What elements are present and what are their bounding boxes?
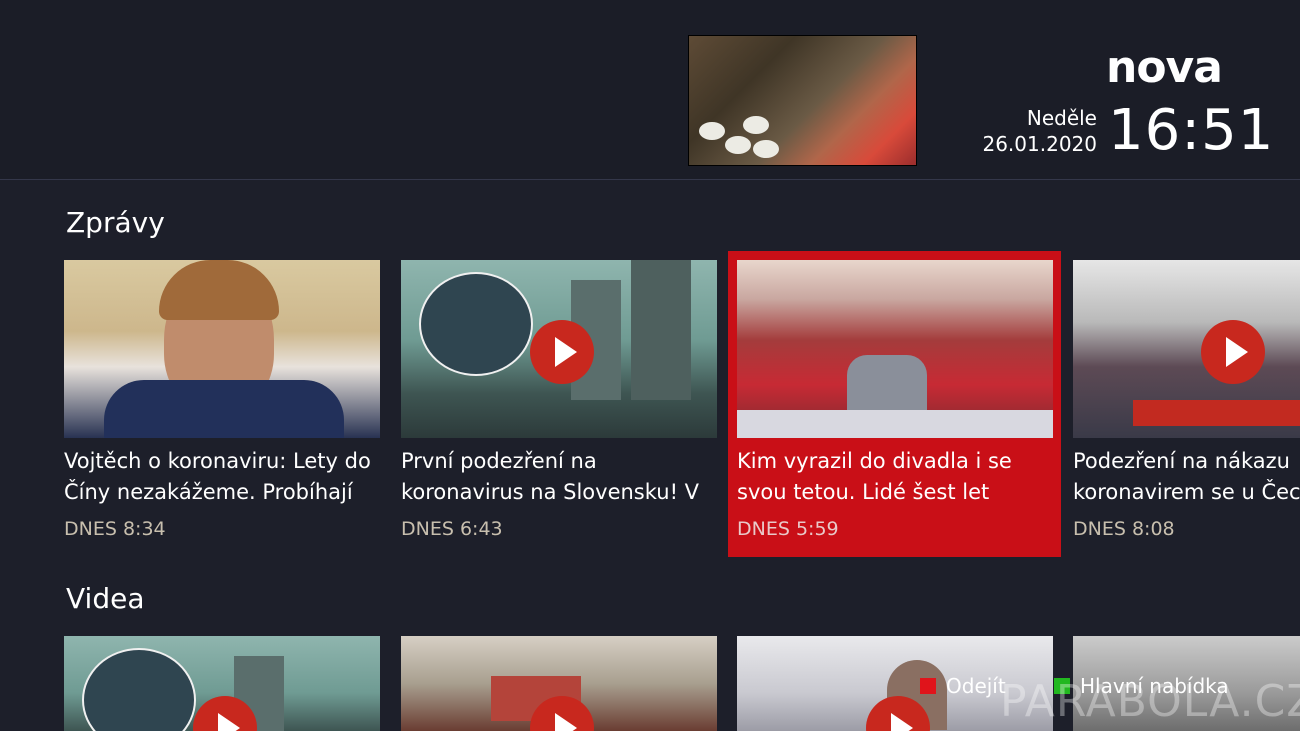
news-time: DNES 5:59 [737,518,839,540]
logo-text: nova [1106,42,1223,93]
news-title-line: Kim vyrazil do divadla i se [737,449,1012,473]
news-title-line: Podezření na nákazu [1073,449,1290,473]
news-title: Kim vyrazil do divadla i se svou tetou. … [737,446,1059,508]
section-title-zpravy: Zprávy [66,206,165,239]
news-title-line: svou tetou. Lidé šest let [737,480,990,504]
inset-circle [82,648,196,731]
news-thumbnail [401,260,717,438]
live-preview[interactable] [689,36,916,165]
date: 26.01.2020 [982,132,1097,156]
video-thumbnail [64,636,380,731]
news-time: DNES 8:08 [1073,518,1175,540]
weekday: Neděle [1026,106,1097,130]
news-thumbnail [737,260,1053,438]
inset-circle [419,272,533,376]
play-icon [1201,320,1265,384]
theater-floor [737,410,1053,438]
news-title: První podezření na koronavirus na Sloven… [401,446,723,508]
header-bar: nova Neděle 26.01.2020 16:51 [0,0,1300,180]
red-button-icon [920,677,936,694]
nova-logo: nova [1106,42,1246,93]
preview-egg [699,122,725,140]
news-title-line: koronavirus na Slovensku! V [401,480,700,504]
legend-red[interactable]: Odejít [920,674,1006,698]
news-title: Vojtěch o koronaviru: Lety do Číny nezak… [64,446,386,508]
person-hair [159,260,279,320]
news-title: Podezření na nákazu koronavirem se u Čec… [1073,446,1300,508]
news-ticker [1133,400,1300,426]
news-time: DNES 8:34 [64,518,166,540]
play-icon [530,320,594,384]
person-suit [104,380,344,438]
news-time: DNES 6:43 [401,518,503,540]
clock: 16:51 [1108,98,1275,163]
news-title-line: Vojtěch o koronaviru: Lety do [64,449,371,473]
news-title-line: koronavirem se u Čech [1073,480,1300,504]
preview-egg [743,116,769,134]
preview-egg [753,140,779,158]
news-title-line: První podezření na [401,449,597,473]
preview-egg [725,136,751,154]
news-title-line: Číny nezakážeme. Probíhají [64,480,353,504]
section-title-videa: Videa [66,582,145,615]
video-thumbnail [401,636,717,731]
news-thumbnail [64,260,380,438]
news-thumbnail [1073,260,1300,438]
legend-red-label: Odejít [946,674,1006,698]
watermark: PARABOLA.CZ [1000,676,1300,727]
building [631,260,691,400]
